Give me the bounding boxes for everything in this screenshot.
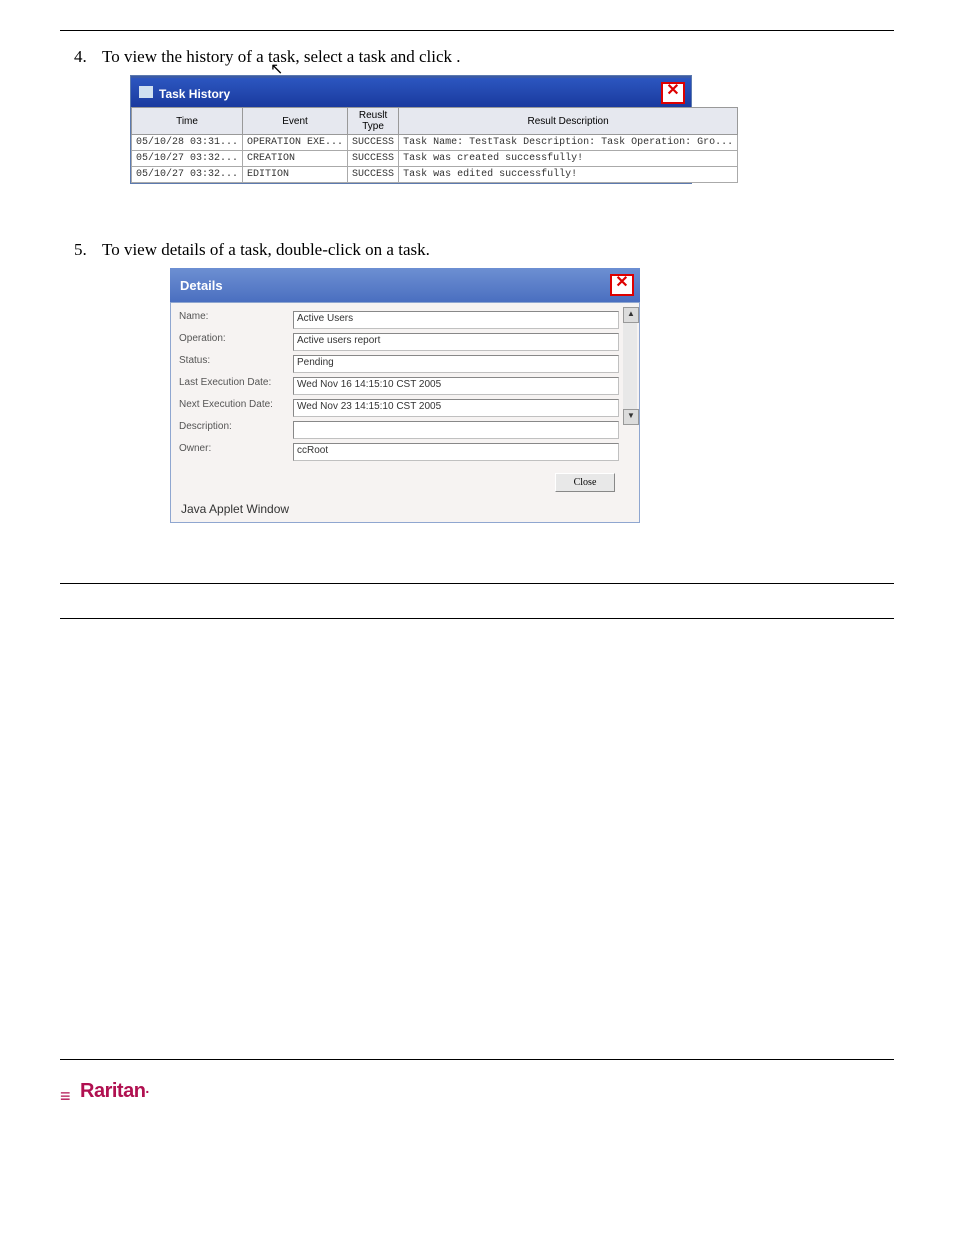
close-button[interactable]: Close: [555, 473, 615, 492]
value-last-exec: Wed Nov 16 14:15:10 CST 2005: [293, 377, 619, 395]
scroll-down-icon[interactable]: ▼: [623, 409, 639, 425]
label-last-exec: Last Execution Date:: [179, 377, 293, 395]
label-name: Name:: [179, 311, 293, 329]
value-next-exec: Wed Nov 23 14:15:10 CST 2005: [293, 399, 619, 417]
value-description: [293, 421, 619, 439]
col-result-desc[interactable]: Result Description: [399, 108, 738, 135]
scroll-up-icon[interactable]: ▲: [623, 307, 639, 323]
window-title: Details: [180, 278, 223, 293]
col-time[interactable]: Time: [132, 108, 243, 135]
step-num: 4.: [74, 47, 102, 67]
top-rule: [60, 30, 894, 31]
value-owner: ccRoot: [293, 443, 619, 461]
history-table[interactable]: Time Event Reuslt Type Result Descriptio…: [131, 107, 738, 183]
step-text: To view details of a task, double-click …: [102, 240, 430, 260]
close-icon[interactable]: ✕: [610, 274, 634, 296]
task-history-window: Task History ✕ Time Event Reuslt Type Re…: [130, 75, 692, 184]
step-5: 5. To view details of a task, double-cli…: [74, 240, 894, 260]
table-row[interactable]: 05/10/27 03:32... EDITION SUCCESS Task w…: [132, 167, 738, 183]
cursor-icon: ↖: [270, 59, 283, 79]
col-result-type[interactable]: Reuslt Type: [348, 108, 399, 135]
col-event[interactable]: Event: [243, 108, 348, 135]
label-status: Status:: [179, 355, 293, 373]
value-status: Pending: [293, 355, 619, 373]
label-description: Description:: [179, 421, 293, 439]
step-num: 5.: [74, 240, 102, 260]
label-next-exec: Next Execution Date:: [179, 399, 293, 417]
footer-rule: [60, 1059, 894, 1060]
label-owner: Owner:: [179, 443, 293, 461]
window-titlebar[interactable]: Details ✕: [170, 268, 640, 302]
details-window: Details ✕ ▲ ▼ Name:Active Users Operatio…: [170, 268, 640, 523]
window-title: Task History: [159, 87, 230, 101]
scrollbar[interactable]: ▲ ▼: [623, 307, 637, 425]
label-operation: Operation:: [179, 333, 293, 351]
value-operation: Active users report: [293, 333, 619, 351]
java-applet-label: Java Applet Window: [179, 498, 633, 518]
window-titlebar[interactable]: Task History ✕: [131, 78, 691, 107]
step-4: 4. To view the history of a task, select…: [74, 47, 894, 67]
raritan-logo: Raritan.: [60, 1080, 149, 1102]
close-icon[interactable]: ✕: [661, 82, 685, 104]
app-icon: [139, 86, 153, 98]
table-row[interactable]: 05/10/28 03:31... OPERATION EXE... SUCCE…: [132, 135, 738, 151]
table-row[interactable]: 05/10/27 03:32... CREATION SUCCESS Task …: [132, 151, 738, 167]
value-name: Active Users: [293, 311, 619, 329]
